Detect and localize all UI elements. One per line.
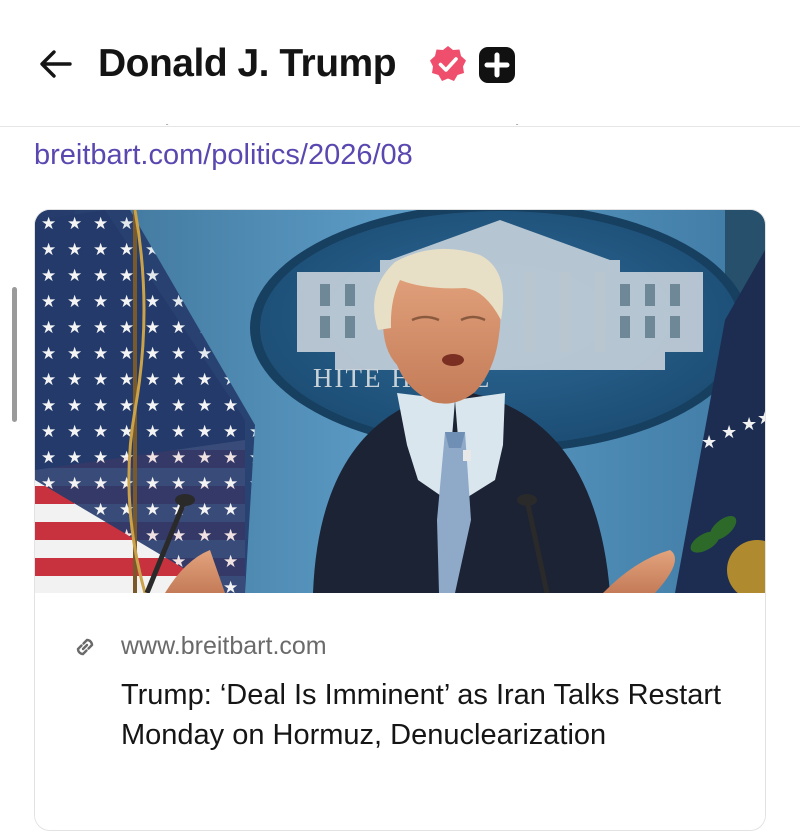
svg-text:★: ★ <box>741 414 757 435</box>
profile-title: Donald J. Trump <box>98 42 397 85</box>
svg-text:★: ★ <box>757 408 765 429</box>
plus-square-icon <box>479 47 515 83</box>
scrollbar[interactable] <box>12 287 17 422</box>
link-preview-meta: www.breitbart.com Trump: ‘Deal Is Immine… <box>35 593 765 830</box>
link-domain: www.breitbart.com <box>121 632 327 660</box>
svg-text:★: ★ <box>701 432 717 453</box>
article-image: ★ HITE HOUSE <box>35 210 765 593</box>
link-title[interactable]: Trump: ‘Deal Is Imminent’ as Iran Talks … <box>121 675 741 755</box>
post-link[interactable]: breitbart.com/politics/2026/08 <box>34 137 413 173</box>
clipped-text-line: , , <box>34 113 554 125</box>
link-preview-card[interactable]: ★ HITE HOUSE <box>34 209 766 831</box>
link-icon <box>76 638 94 656</box>
profile-header: Donald J. Trump <box>0 0 800 127</box>
arrow-left-icon[interactable] <box>36 44 76 84</box>
svg-text:★: ★ <box>721 422 737 443</box>
verified-badge-icon <box>430 46 466 81</box>
